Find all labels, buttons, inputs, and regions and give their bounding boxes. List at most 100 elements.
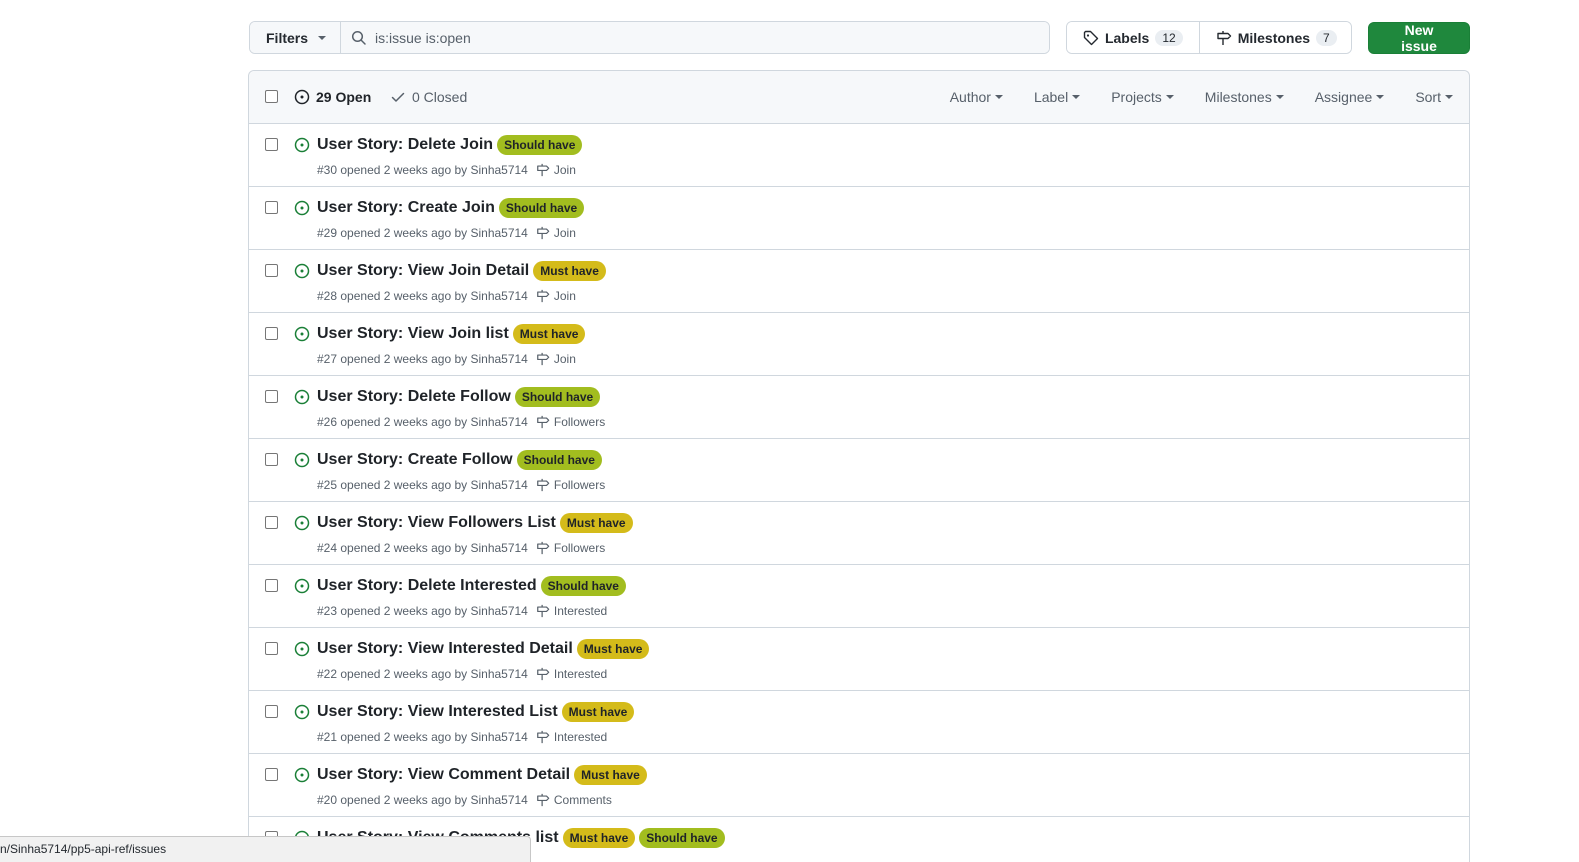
issue-title-line: User Story: Create Follow Should have — [317, 450, 602, 470]
issue-checkbox[interactable] — [265, 264, 278, 277]
issue-checkbox[interactable] — [265, 138, 278, 151]
issue-title-link[interactable]: User Story: View Followers List — [317, 514, 556, 532]
issue-opened-icon — [294, 326, 310, 342]
priority-label[interactable]: Should have — [514, 387, 601, 407]
milestone-link[interactable]: Interested — [536, 604, 607, 618]
open-issues-label: 29 Open — [316, 89, 372, 105]
priority-label[interactable]: Should have — [639, 828, 725, 848]
issue-checkbox[interactable] — [265, 642, 278, 655]
issue-row[interactable]: User Story: View Comment Detail Must hav… — [249, 754, 1469, 817]
issue-checkbox[interactable] — [265, 453, 278, 466]
issue-row[interactable]: User Story: View Interested List Must ha… — [249, 691, 1469, 754]
milestone-link[interactable]: Comments — [536, 793, 612, 807]
projects-filter[interactable]: Projects — [1111, 89, 1174, 105]
tag-icon — [1083, 30, 1099, 45]
milestones-filter[interactable]: Milestones — [1205, 89, 1284, 105]
priority-label[interactable]: Should have — [497, 135, 583, 155]
milestone-link[interactable]: Followers — [536, 415, 605, 429]
issue-checkbox[interactable] — [265, 516, 278, 529]
issue-title-link[interactable]: User Story: Create Join — [317, 199, 495, 217]
issue-row[interactable]: User Story: Create Follow Should have #2… — [249, 439, 1469, 502]
issue-checkbox[interactable] — [265, 579, 278, 592]
issue-checkbox[interactable] — [265, 705, 278, 718]
issue-meta: #25 opened 2 weeks ago by Sinha5714 Foll… — [317, 478, 605, 492]
milestone-name: Followers — [553, 415, 606, 429]
issue-row[interactable]: User Story: Delete Follow Should have #2… — [249, 376, 1469, 439]
milestone-link[interactable]: Followers — [536, 541, 605, 555]
milestone-icon — [536, 793, 550, 807]
issue-title-link[interactable]: User Story: View Interested List — [317, 703, 558, 721]
priority-label[interactable]: Should have — [516, 450, 602, 470]
milestone-name: Join — [553, 226, 576, 240]
issue-checkbox[interactable] — [265, 201, 278, 214]
issue-opened-info: opened 2 weeks ago by Sinha5714 — [340, 667, 528, 681]
new-issue-button[interactable]: New issue — [1367, 21, 1471, 54]
issue-number: #23 — [317, 604, 338, 618]
issue-number: #30 — [317, 163, 338, 177]
milestone-link[interactable]: Interested — [536, 667, 607, 681]
issue-row[interactable]: User Story: Delete Interested Should hav… — [249, 565, 1469, 628]
issue-title-link[interactable]: User Story: Delete Interested — [317, 577, 537, 595]
labels-button[interactable]: Labels 12 — [1066, 22, 1199, 53]
issue-row[interactable]: User Story: Create Join Should have #29 … — [249, 187, 1469, 250]
issue-title-link[interactable]: User Story: Create Follow — [317, 451, 513, 469]
priority-label[interactable]: Should have — [540, 576, 626, 596]
issue-meta: #21 opened 2 weeks ago by Sinha5714 Inte… — [317, 730, 607, 744]
issue-row[interactable]: User Story: View Join Detail Must have #… — [249, 250, 1469, 313]
priority-label[interactable]: Must have — [512, 324, 586, 344]
filter-search-group: Filters — [249, 21, 1050, 54]
issue-title-line: User Story: View Comment Detail Must hav… — [317, 765, 647, 785]
issue-opened-info: opened 2 weeks ago by Sinha5714 — [340, 478, 528, 492]
filters-label: Filters — [266, 29, 309, 46]
select-all-checkbox[interactable] — [265, 90, 278, 103]
priority-label[interactable]: Must have — [561, 702, 635, 722]
milestone-icon — [536, 415, 550, 429]
issue-checkbox[interactable] — [265, 768, 278, 781]
filters-dropdown-button[interactable]: Filters — [250, 22, 342, 53]
author-filter[interactable]: Author — [950, 89, 1003, 105]
milestone-link[interactable]: Followers — [536, 478, 605, 492]
issue-row[interactable]: User Story: View Interested Detail Must … — [249, 628, 1469, 691]
issue-title-link[interactable]: User Story: View Comment Detail — [317, 766, 570, 784]
issue-row[interactable]: User Story: View Followers List Must hav… — [249, 502, 1469, 565]
milestone-link[interactable]: Join — [536, 289, 576, 303]
priority-label[interactable]: Must have — [559, 513, 633, 533]
issue-opened-info: opened 2 weeks ago by Sinha5714 — [340, 163, 528, 177]
priority-label[interactable]: Must have — [574, 765, 647, 785]
priority-label[interactable]: Must have — [533, 261, 606, 281]
issue-title-link[interactable]: User Story: Delete Follow — [317, 388, 511, 406]
priority-label[interactable]: Must have — [562, 828, 636, 848]
closed-issues-tab[interactable]: 0 Closed — [390, 89, 467, 105]
milestone-link[interactable]: Interested — [536, 730, 607, 744]
issue-title-line: User Story: Delete Follow Should have — [317, 387, 601, 407]
label-filter[interactable]: Label — [1034, 89, 1081, 105]
issue-title-link[interactable]: User Story: Delete Join — [317, 136, 493, 154]
labels-count: 12 — [1155, 29, 1183, 46]
issue-opened-icon — [294, 767, 310, 783]
issue-title-line: User Story: Delete Join Should have — [317, 135, 583, 155]
open-issues-tab[interactable]: 29 Open — [294, 89, 371, 105]
search-input[interactable] — [375, 29, 976, 46]
priority-label[interactable]: Should have — [498, 198, 585, 218]
issue-title-link[interactable]: User Story: View Interested Detail — [317, 640, 573, 658]
issue-opened-icon — [294, 137, 310, 153]
issue-row[interactable]: User Story: Delete Join Should have #30 … — [249, 124, 1469, 187]
issue-checkbox[interactable] — [265, 327, 278, 340]
priority-label[interactable]: Must have — [576, 639, 650, 659]
issue-title-link[interactable]: User Story: View Join list — [317, 325, 509, 343]
issue-row[interactable]: User Story: View Join list Must have #27… — [249, 313, 1469, 376]
assignee-filter[interactable]: Assignee — [1315, 89, 1385, 105]
issue-title-link[interactable]: User Story: View Join Detail — [317, 262, 529, 280]
milestone-icon — [536, 604, 550, 618]
issue-checkbox[interactable] — [265, 390, 278, 403]
issue-opened-info: opened 2 weeks ago by Sinha5714 — [340, 352, 528, 366]
issue-opened-icon — [294, 704, 310, 720]
sort-dropdown[interactable]: Sort — [1415, 89, 1453, 105]
assignee-filter-label: Assignee — [1314, 89, 1373, 105]
milestone-icon — [536, 352, 550, 366]
issue-opened-info: opened 2 weeks ago by Sinha5714 — [340, 730, 528, 744]
milestone-link[interactable]: Join — [536, 226, 576, 240]
milestones-button[interactable]: Milestones 7 — [1198, 22, 1351, 53]
milestone-link[interactable]: Join — [536, 352, 576, 366]
milestone-link[interactable]: Join — [536, 163, 576, 177]
